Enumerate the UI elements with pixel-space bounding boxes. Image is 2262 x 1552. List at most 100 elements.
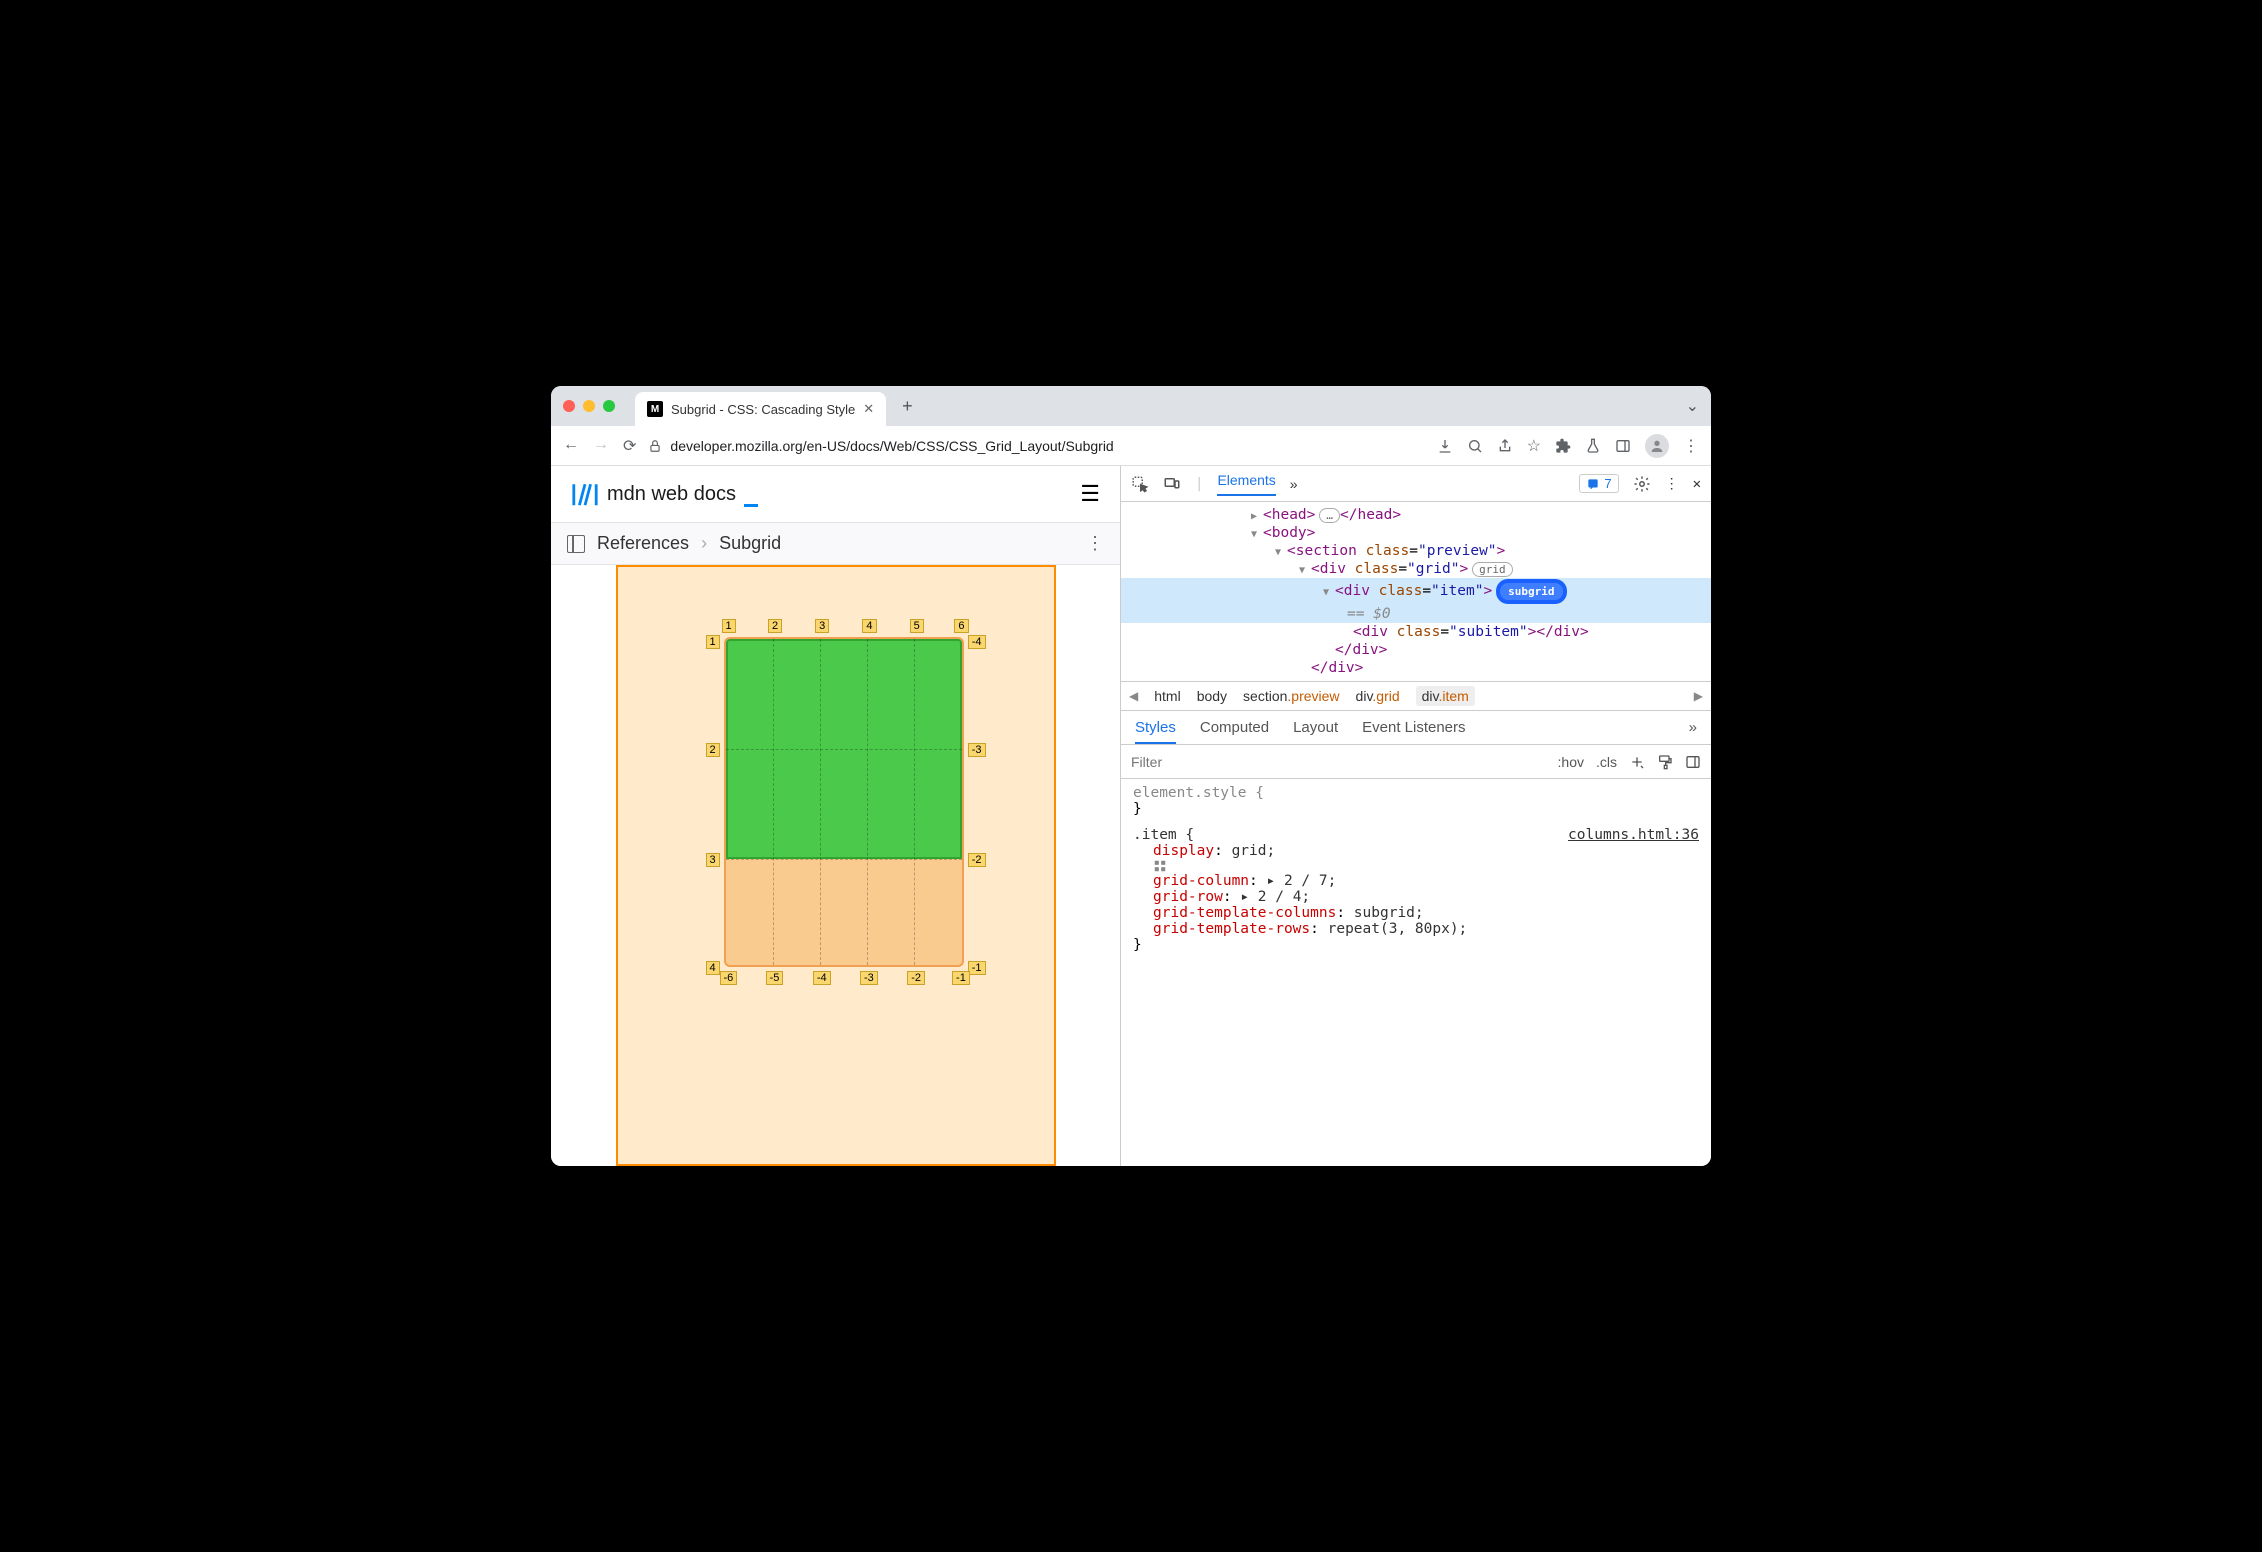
preview-frame: 1 2 3 4 5 6 1 2 3 4 -4 -3 -2 [616,565,1056,1166]
tab-list-chevron-icon[interactable]: ⌄ [1686,396,1699,416]
breadcrumb-root[interactable]: References [597,533,689,554]
device-toggle-icon[interactable] [1163,475,1181,493]
devtools-panel: | Elements » 7 ⋮ ✕ ▶<head>…</head> ▼<bod… [1121,466,1711,1166]
close-window-button[interactable] [563,400,575,412]
reload-icon[interactable]: ⟳ [623,436,636,456]
new-tab-button[interactable]: + [902,396,913,417]
css-declaration[interactable]: grid-row: ▸ 2 / 4; [1133,889,1699,905]
download-icon[interactable] [1437,438,1453,454]
grid-item: 1 2 3 4 5 6 1 2 3 4 -4 -3 -2 [724,637,964,967]
css-declaration[interactable]: grid-template-columns: subgrid; [1133,905,1699,921]
crumb-left-icon[interactable]: ◀ [1129,689,1138,703]
grid-label: -1 [952,971,970,985]
grid-label: 2 [706,743,720,757]
grid-label: 4 [862,619,876,633]
mdn-breadcrumbs: References › Subgrid ⋮ [551,522,1120,565]
element-style-rule: element.style { [1133,785,1699,801]
paint-icon[interactable] [1657,754,1673,770]
grid-icon[interactable] [1153,859,1699,873]
grid-label: 2 [768,619,782,633]
mdn-logo[interactable]: mdn web docs [571,480,758,508]
url-text: developer.mozilla.org/en-US/docs/Web/CSS… [670,438,1113,454]
css-declaration[interactable]: grid-template-rows: repeat(3, 80px); [1133,921,1699,937]
titlebar: M Subgrid - CSS: Cascading Style ✕ + ⌄ [551,386,1711,426]
tab-elements[interactable]: Elements [1217,472,1275,496]
labs-icon[interactable] [1585,438,1601,454]
extensions-icon[interactable] [1555,438,1571,454]
page-viewport: mdn web docs ☰ References › Subgrid ⋮ [551,466,1121,1166]
close-devtools-icon[interactable]: ✕ [1693,476,1701,492]
toolbar-right: ☆ ⋮ [1437,434,1699,458]
new-style-icon[interactable] [1629,754,1645,770]
hamburger-menu-icon[interactable]: ☰ [1080,481,1100,507]
bookmark-icon[interactable]: ☆ [1527,436,1541,456]
crumb-item[interactable]: section.preview [1243,688,1340,704]
minimize-window-button[interactable] [583,400,595,412]
tab-styles[interactable]: Styles [1135,719,1176,744]
nav-icons: ← → ⟳ [563,436,636,456]
dom-tree[interactable]: ▶<head>…</head> ▼<body> ▼<section class=… [1121,502,1711,681]
rule-header: .item { columns.html:36 [1133,827,1699,843]
crumb-item[interactable]: div.grid [1356,688,1400,704]
browser-tab[interactable]: M Subgrid - CSS: Cascading Style ✕ [635,392,886,426]
kebab-menu-icon[interactable]: ⋮ [1683,436,1699,456]
issues-counter[interactable]: 7 [1579,474,1618,493]
address-bar: ← → ⟳ developer.mozilla.org/en-US/docs/W… [551,426,1711,466]
inspect-icon[interactable] [1131,475,1149,493]
tab-overflow-icon[interactable]: » [1689,719,1697,736]
tab-event-listeners[interactable]: Event Listeners [1362,719,1465,736]
sidebar-toggle-icon[interactable] [567,535,585,553]
grid-label: 1 [706,635,720,649]
grid-label: 3 [706,853,720,867]
sidebar-toggle-icon[interactable] [1685,754,1701,770]
rule-source-link[interactable]: columns.html:36 [1568,827,1699,843]
css-declaration[interactable]: grid-column: ▸ 2 / 7; [1133,873,1699,889]
breadcrumb-current: Subgrid [719,533,781,554]
tab-title: Subgrid - CSS: Cascading Style [671,402,855,417]
back-icon[interactable]: ← [563,436,579,456]
filter-input[interactable] [1131,754,1546,770]
grid-label: -6 [720,971,738,985]
maximize-window-button[interactable] [603,400,615,412]
share-icon[interactable] [1497,438,1513,454]
grid-label: -3 [968,743,986,757]
content-split: mdn web docs ☰ References › Subgrid ⋮ [551,466,1711,1166]
styles-tabs: Styles Computed Layout Event Listeners » [1121,711,1711,745]
grid-label: -5 [766,971,784,985]
profile-avatar-icon[interactable] [1645,434,1669,458]
grid-label: -4 [813,971,831,985]
tab-layout[interactable]: Layout [1293,719,1338,736]
crumb-item[interactable]: html [1154,688,1180,704]
crumb-item-active[interactable]: div.item [1416,686,1475,706]
styles-filter-bar: :hov .cls [1121,745,1711,779]
zoom-icon[interactable] [1467,438,1483,454]
crumb-item[interactable]: body [1197,688,1227,704]
forward-icon[interactable]: → [593,436,609,456]
tab-computed[interactable]: Computed [1200,719,1269,736]
subgrid-badge[interactable]: subgrid [1496,579,1566,604]
gear-icon[interactable] [1633,475,1651,493]
browser-window: M Subgrid - CSS: Cascading Style ✕ + ⌄ ←… [551,386,1711,1166]
url-box[interactable]: developer.mozilla.org/en-US/docs/Web/CSS… [648,438,1424,454]
sidepanel-icon[interactable] [1615,438,1631,454]
mdn-logo-text: mdn web docs [607,483,736,506]
close-tab-icon[interactable]: ✕ [863,401,874,417]
dom-breadcrumbs[interactable]: ◀ html body section.preview div.grid div… [1121,681,1711,711]
page-actions-icon[interactable]: ⋮ [1086,533,1104,554]
cls-toggle[interactable]: .cls [1596,754,1617,770]
hover-toggle[interactable]: :hov [1558,754,1584,770]
crumb-right-icon[interactable]: ▶ [1694,689,1703,703]
mdn-cursor-icon [744,481,758,507]
grid-label: 5 [910,619,924,633]
grid-label: -2 [968,853,986,867]
grid-label: 3 [815,619,829,633]
mdn-header: mdn web docs ☰ [551,466,1120,522]
css-declaration[interactable]: display: grid; [1133,843,1699,873]
grid-badge[interactable]: grid [1472,562,1513,577]
grid-label: -1 [968,961,986,975]
styles-body[interactable]: element.style { } .item { columns.html:3… [1121,779,1711,1166]
kebab-icon[interactable]: ⋮ [1665,476,1679,492]
grid-label: 6 [954,619,968,633]
grid-label: -4 [968,635,986,649]
tab-overflow-icon[interactable]: » [1290,476,1298,492]
